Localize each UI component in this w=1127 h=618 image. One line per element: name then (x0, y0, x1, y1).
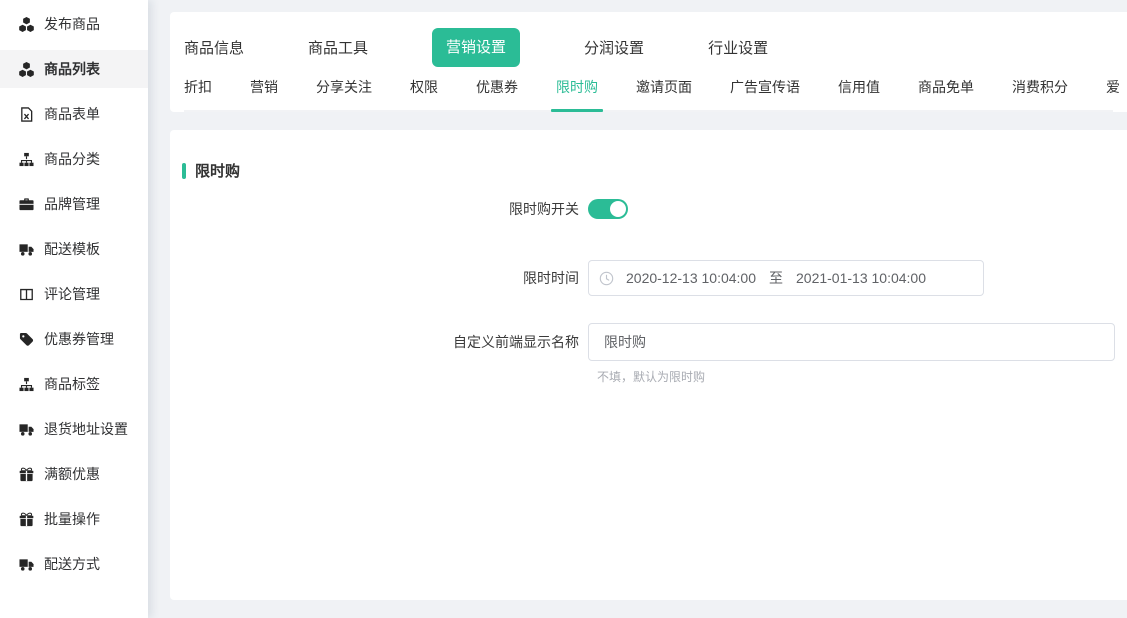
sidebar-item-shipping-template[interactable]: 配送模板 (0, 230, 148, 268)
main-tabs: 商品信息 商品工具 营销设置 分润设置 行业设置 (184, 28, 1113, 67)
section-header: 限时购 (182, 160, 1115, 181)
columns-icon (19, 287, 34, 302)
tab-profit-settings[interactable]: 分润设置 (584, 37, 644, 58)
gift-icon (19, 512, 34, 527)
limit-buy-toggle[interactable] (588, 199, 628, 219)
subtab-ad-slogan[interactable]: 广告宣传语 (730, 77, 800, 110)
sitemap-icon (19, 377, 34, 392)
tab-goods-tools[interactable]: 商品工具 (308, 37, 368, 58)
sidebar-item-label: 发布商品 (44, 14, 100, 34)
sidebar-item-label: 批量操作 (44, 509, 100, 529)
section-accent-bar (182, 163, 186, 179)
time-label: 限时时间 (182, 268, 588, 288)
sidebar-item-shipping-method[interactable]: 配送方式 (0, 545, 148, 583)
truck-icon (19, 242, 34, 257)
sidebar-item-review-management[interactable]: 评论管理 (0, 275, 148, 313)
switch-label: 限时购开关 (182, 199, 588, 219)
form-row-name: 自定义前端显示名称 (182, 323, 1115, 361)
section-title: 限时购 (195, 160, 240, 181)
subtab-partial[interactable]: 爱 (1106, 77, 1120, 110)
sidebar-item-label: 商品分类 (44, 149, 100, 169)
limit-buy-panel: 限时购 限时购开关 限时时间 2020-12-13 10:04:00 至 202… (170, 130, 1127, 600)
sidebar-item-label: 商品标签 (44, 374, 100, 394)
subtab-share-follow[interactable]: 分享关注 (316, 77, 372, 110)
form-row-switch: 限时购开关 (182, 199, 1115, 219)
clock-icon (599, 271, 614, 286)
sidebar-item-batch-operation[interactable]: 批量操作 (0, 500, 148, 538)
sidebar-item-return-address[interactable]: 退货地址设置 (0, 410, 148, 448)
subtab-goods-free[interactable]: 商品免单 (918, 77, 974, 110)
sidebar-item-publish-goods[interactable]: 发布商品 (0, 5, 148, 43)
subtab-credit-value[interactable]: 信用值 (838, 77, 880, 110)
date-end-value: 2021-01-13 10:04:00 (796, 270, 926, 286)
sidebar-item-goods-list[interactable]: 商品列表 (0, 50, 148, 88)
sidebar-item-label: 满额优惠 (44, 464, 100, 484)
sidebar-item-goods-tags[interactable]: 商品标签 (0, 365, 148, 403)
date-start-value: 2020-12-13 10:04:00 (626, 270, 756, 286)
subtab-coupon[interactable]: 优惠券 (476, 77, 518, 110)
subtab-discount[interactable]: 折扣 (184, 77, 212, 110)
tab-industry-settings[interactable]: 行业设置 (708, 37, 768, 58)
sidebar-item-label: 优惠券管理 (44, 329, 114, 349)
sidebar-item-full-discount[interactable]: 满额优惠 (0, 455, 148, 493)
main-area: 商品信息 商品工具 营销设置 分润设置 行业设置 折扣 营销 分享关注 权限 优… (170, 0, 1127, 618)
tabs-card: 商品信息 商品工具 营销设置 分润设置 行业设置 折扣 营销 分享关注 权限 优… (170, 12, 1127, 112)
tag-icon (19, 332, 34, 347)
toggle-knob-icon (610, 201, 626, 217)
subtab-limit-buy[interactable]: 限时购 (556, 77, 598, 110)
form-row-hint: 不填，默认为限时购 (182, 368, 1115, 385)
truck-icon (19, 557, 34, 572)
sidebar-item-label: 品牌管理 (44, 194, 100, 214)
tab-marketing-settings[interactable]: 营销设置 (432, 28, 520, 67)
sidebar-item-label: 配送模板 (44, 239, 100, 259)
sidebar-item-goods-category[interactable]: 商品分类 (0, 140, 148, 178)
cubes-icon (19, 17, 34, 32)
sidebar-item-label: 商品列表 (44, 59, 100, 79)
sidebar-item-label: 配送方式 (44, 554, 100, 574)
briefcase-icon (19, 197, 34, 212)
display-name-hint: 不填，默认为限时购 (597, 368, 705, 385)
sidebar-item-label: 商品表单 (44, 104, 100, 124)
sidebar-item-label: 评论管理 (44, 284, 100, 304)
date-separator: 至 (769, 268, 783, 288)
form-row-time: 限时时间 2020-12-13 10:04:00 至 2021-01-13 10… (182, 260, 1115, 296)
sitemap-icon (19, 152, 34, 167)
sidebar-item-label: 退货地址设置 (44, 419, 128, 439)
sidebar-item-goods-form[interactable]: 商品表单 (0, 95, 148, 133)
cubes-icon (19, 62, 34, 77)
subtab-invite-page[interactable]: 邀请页面 (636, 77, 692, 110)
limit-buy-form: 限时购开关 限时时间 2020-12-13 10:04:00 至 2021-01… (182, 199, 1115, 385)
gift-icon (19, 467, 34, 482)
tab-goods-info[interactable]: 商品信息 (184, 37, 244, 58)
date-range-input[interactable]: 2020-12-13 10:04:00 至 2021-01-13 10:04:0… (588, 260, 984, 296)
truck-icon (19, 422, 34, 437)
subtab-marketing[interactable]: 营销 (250, 77, 278, 110)
display-name-input[interactable] (588, 323, 1115, 361)
sidebar-item-coupon-management[interactable]: 优惠券管理 (0, 320, 148, 358)
display-name-label: 自定义前端显示名称 (182, 332, 588, 352)
file-excel-icon (19, 107, 34, 122)
subtab-consume-points[interactable]: 消费积分 (1012, 77, 1068, 110)
sidebar: 发布商品 商品列表 商品表单 商品分类 品牌管理 配送模板 评论管理 优惠券管理… (0, 0, 148, 618)
sidebar-item-brand-management[interactable]: 品牌管理 (0, 185, 148, 223)
sub-tabs: 折扣 营销 分享关注 权限 优惠券 限时购 邀请页面 广告宣传语 信用值 商品免… (184, 77, 1113, 112)
subtab-permission[interactable]: 权限 (410, 77, 438, 110)
